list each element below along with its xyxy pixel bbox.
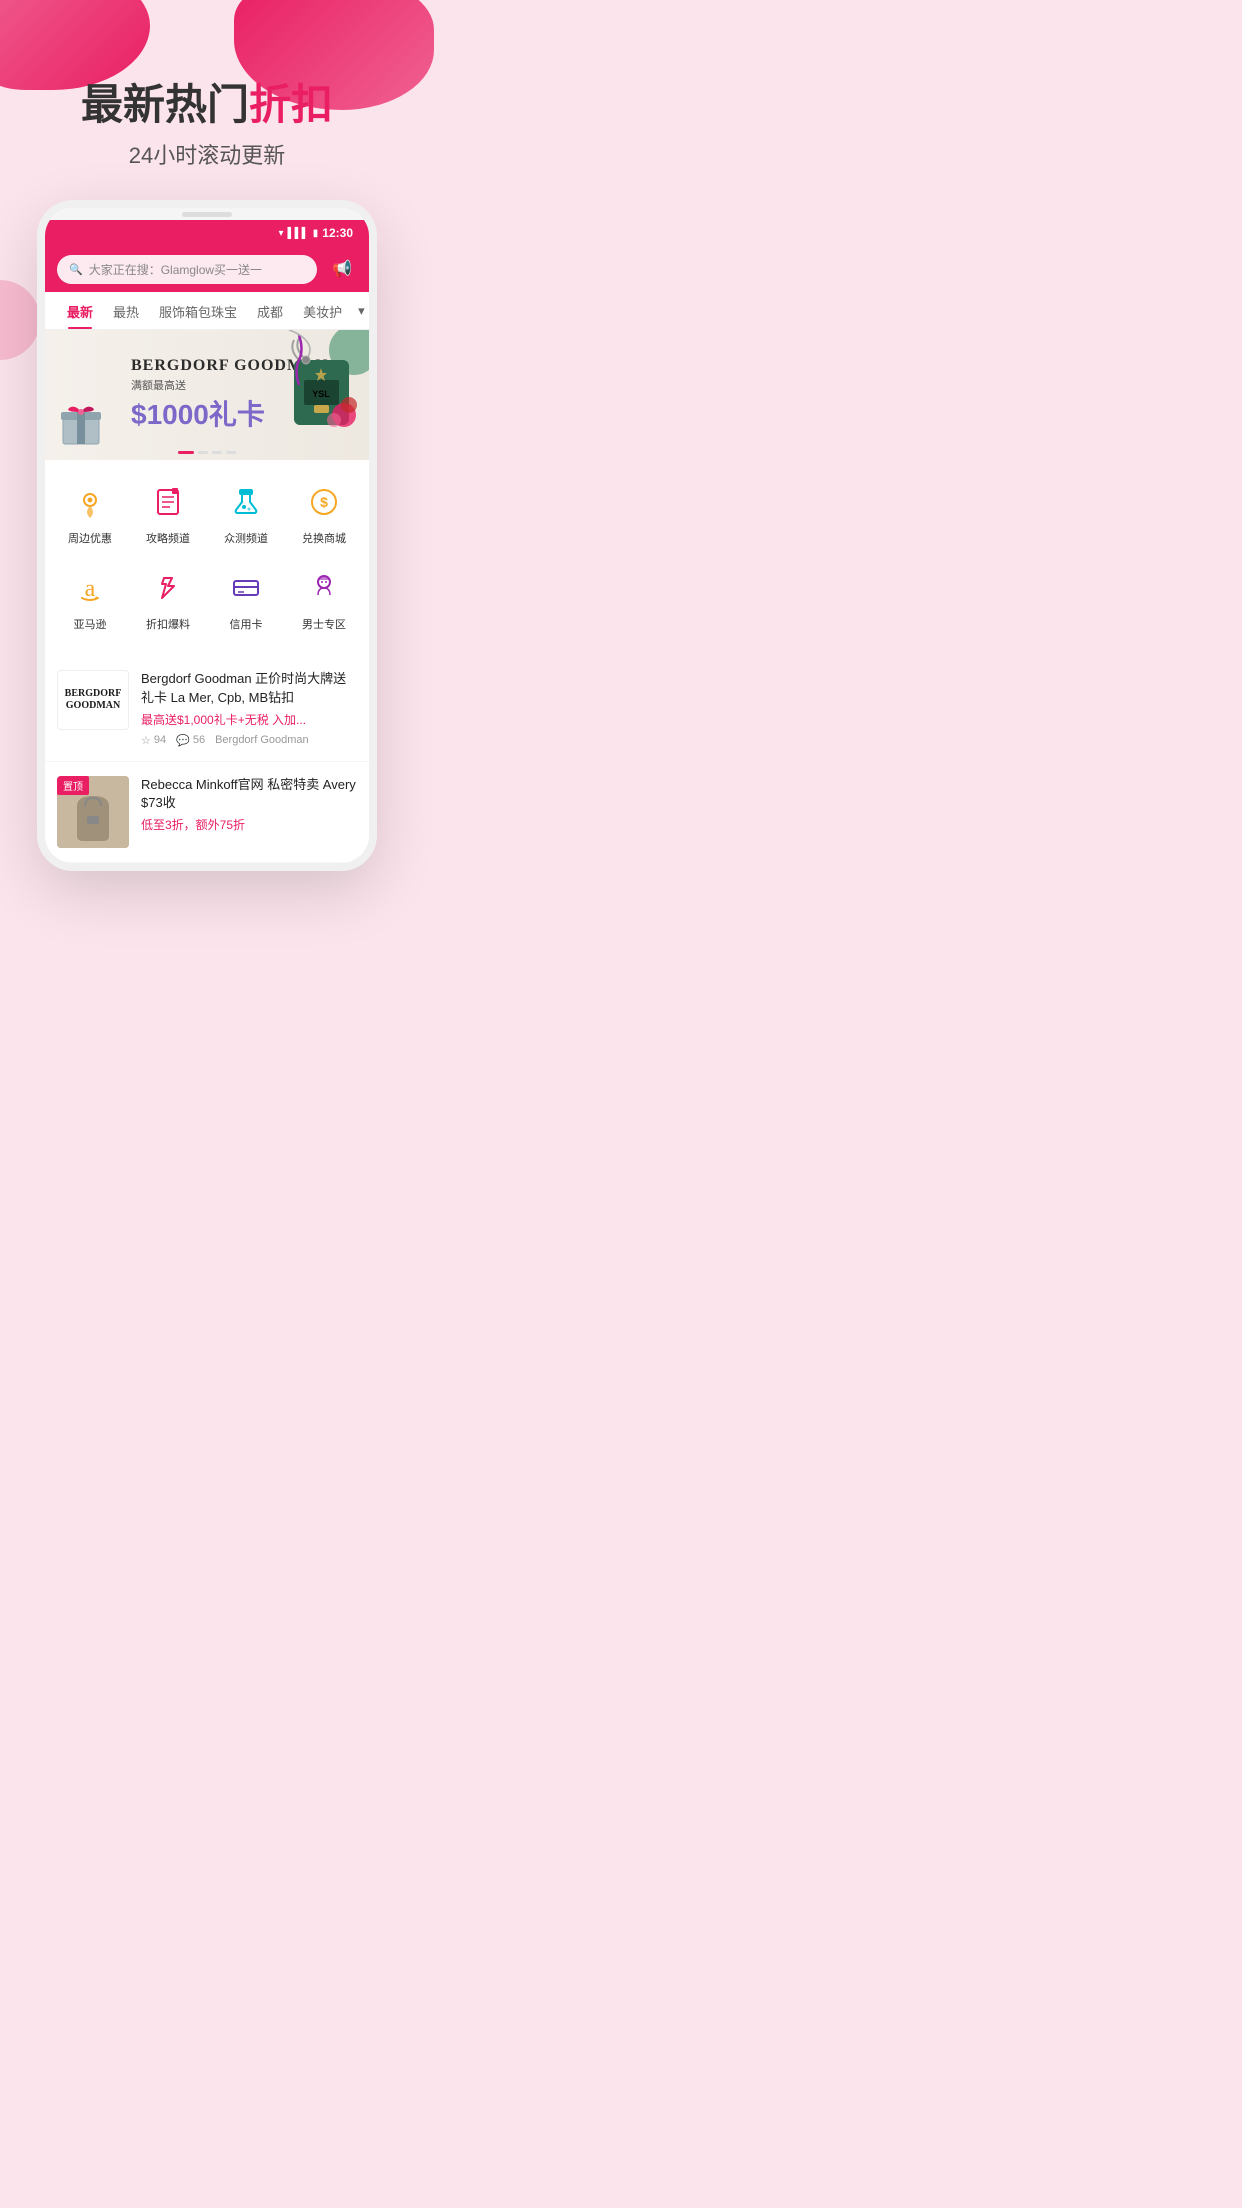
deal-price-2: 低至3折，额外75折 [141,816,357,833]
necklace-decor [284,330,314,375]
phone-container: ▾ ▌▌▌ ▮ 12:30 🔍 大家正在搜：Glamglow买一送一 📢 [0,200,414,870]
battery-icon: ▮ [313,228,319,239]
search-bar-area: 🔍 大家正在搜：Glamglow买一送一 📢 [45,246,369,292]
grid-item-men[interactable]: 男士专区 [287,558,361,640]
tab-city[interactable]: 成都 [247,292,293,329]
status-icons: ▾ ▌▌▌ ▮ 12:30 [278,226,353,240]
nearby-icon [68,480,112,524]
deal-title-1: Bergdorf Goodman 正价时尚大牌送礼卡 La Mer, Cpb, … [141,670,357,706]
deal-source: Bergdorf Goodman [215,734,309,746]
amazon-icon: a [68,566,112,610]
card-label: 信用卡 [230,616,263,632]
men-icon [302,566,346,610]
grid-item-test[interactable]: 众测频道 [209,472,283,554]
banner-dot-2 [198,451,208,454]
deal-price-1: 最高送$1,000礼卡+无税 入加... [141,711,357,728]
icon-grid: 周边优惠 攻略频道 [45,460,369,648]
guide-label: 攻略频道 [146,530,190,546]
megaphone-button[interactable]: 📢 [327,254,357,284]
deal-item-2[interactable]: 置顶 Rebecca Minkoff官网 私密特卖 Avery $73收 低至3… [45,762,369,863]
banner-content: BERGDORF GOODMAN 满额最高送 $1000礼卡 [45,330,369,460]
deal-info-2: Rebecca Minkoff官网 私密特卖 Avery $73收 低至3折，额… [141,776,357,833]
banner-dots [178,451,236,454]
star-count: 94 [154,734,166,746]
banner-dot-3 [212,451,222,454]
search-input-wrap[interactable]: 🔍 大家正在搜：Glamglow买一送一 [57,255,317,284]
status-bar: ▾ ▌▌▌ ▮ 12:30 [45,220,369,246]
deal-title-2: Rebecca Minkoff官网 私密特卖 Avery $73收 [141,776,357,812]
deals-section: BERGDORF GOODMAN Bergdorf Goodman 正价时尚大牌… [45,656,369,862]
grid-item-guide[interactable]: 攻略频道 [131,472,205,554]
deal-logo-text: BERGDORF GOODMAN [65,688,122,712]
hero-title: 最新热门折扣 [20,80,394,130]
top-badge: 置顶 [57,776,89,795]
exchange-label: 兑换商城 [302,530,346,546]
comment-icon: 💬 [176,734,190,747]
search-placeholder: 大家正在搜：Glamglow买一送一 [89,261,262,278]
amazon-label: 亚马逊 [74,616,107,632]
deal-stars: ☆ 94 [141,734,166,747]
megaphone-icon: 📢 [332,259,352,279]
wifi-icon: ▾ [278,228,283,239]
hero-title-part2: 折扣 [249,81,333,128]
app-content: ▾ ▌▌▌ ▮ 12:30 🔍 大家正在搜：Glamglow买一送一 📢 [45,220,369,862]
deal-info-1: Bergdorf Goodman 正价时尚大牌送礼卡 La Mer, Cpb, … [141,670,357,746]
men-label: 男士专区 [302,616,346,632]
signal-icon: ▌▌▌ [288,228,309,239]
tab-more-icon[interactable]: ▾ [352,293,369,329]
grid-item-card[interactable]: 信用卡 [209,558,283,640]
deal-thumbnail-2: 置顶 [57,776,129,848]
phone-speaker [182,212,232,217]
hero-subtitle: 24小时滚动更新 [20,138,394,170]
deals-label: 折扣爆料 [146,616,190,632]
gift-box [55,396,107,448]
svg-text:a: a [85,576,96,602]
deals-icon [146,566,190,610]
status-time: 12:30 [322,226,353,240]
grid-item-nearby[interactable]: 周边优惠 [53,472,127,554]
deal-logo-bergdorf: BERGDORF GOODMAN [57,670,129,730]
deal-comments: 💬 56 [176,734,205,747]
deal-meta-1: ☆ 94 💬 56 Bergdorf Goodman [141,734,357,747]
tab-latest[interactable]: 最新 [57,292,103,329]
hero-title-part1: 最新热门 [81,81,249,128]
star-icon: ☆ [141,734,151,747]
exchange-icon: $ [302,480,346,524]
guide-icon [146,480,190,524]
phone-notch [45,208,369,220]
tab-hot[interactable]: 最热 [103,292,149,329]
banner-dot-4 [226,451,236,454]
comment-count: 56 [193,734,205,746]
phone-mockup: ▾ ▌▌▌ ▮ 12:30 🔍 大家正在搜：Glamglow买一送一 📢 [37,200,377,870]
grid-item-exchange[interactable]: $ 兑换商城 [287,472,361,554]
test-icon [224,480,268,524]
svg-text:YSL: YSL [312,389,330,399]
banner-area[interactable]: BERGDORF GOODMAN 满额最高送 $1000礼卡 [45,330,369,460]
tabs-bar: 最新 最热 服饰箱包珠宝 成都 美妆护 ▾ [45,292,369,330]
hero-section: 最新热门折扣 24小时滚动更新 [0,0,414,200]
banner-dot-1 [178,451,194,454]
svg-text:$: $ [320,494,328,510]
nearby-label: 周边优惠 [68,530,112,546]
grid-item-deals[interactable]: 折扣爆料 [131,558,205,640]
grid-item-amazon[interactable]: a 亚马逊 [53,558,127,640]
test-label: 众测频道 [224,530,268,546]
tab-fashion[interactable]: 服饰箱包珠宝 [149,292,247,329]
card-icon [224,566,268,610]
search-icon: 🔍 [69,263,83,276]
deal-item-1[interactable]: BERGDORF GOODMAN Bergdorf Goodman 正价时尚大牌… [45,656,369,761]
tab-beauty[interactable]: 美妆护 [293,292,352,329]
